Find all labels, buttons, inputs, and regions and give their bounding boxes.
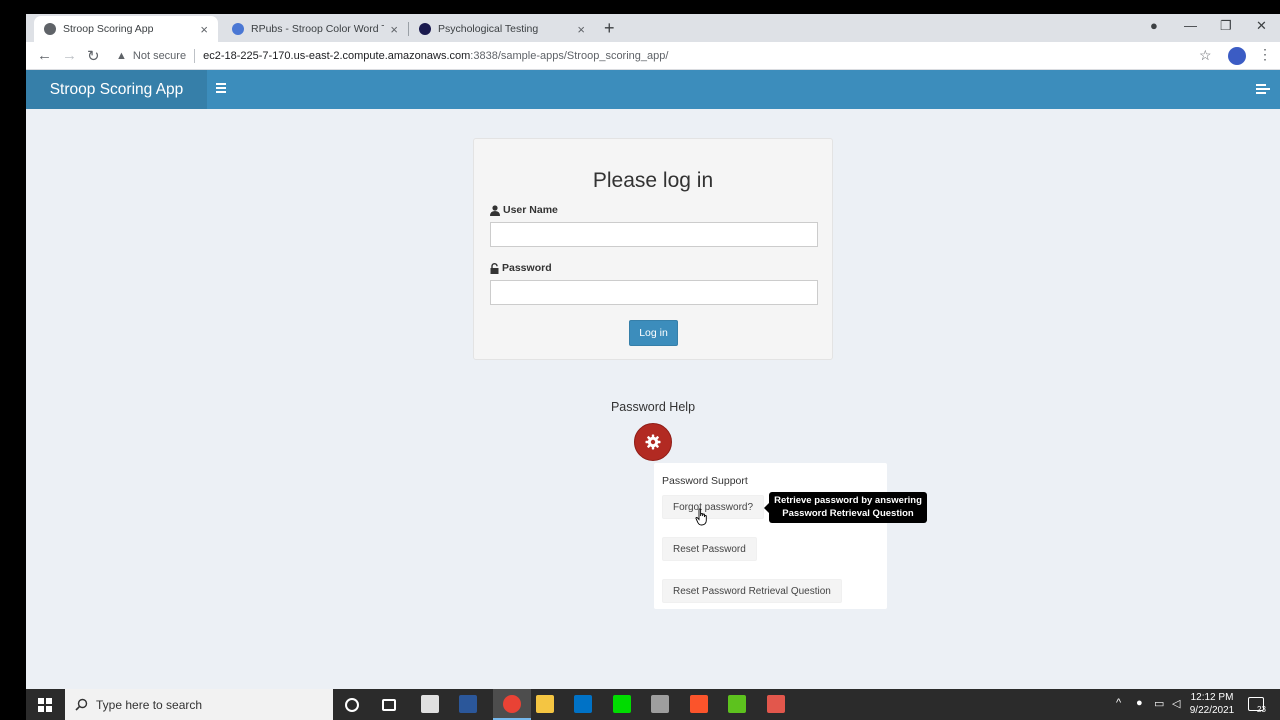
username-label: User Name (490, 204, 558, 216)
tab-title: RPubs - Stroop Color Word Test (251, 23, 384, 35)
tab-rpubs[interactable]: RPubs - Stroop Color Word Test × (222, 16, 408, 42)
volume-icon[interactable]: ◁ (1172, 697, 1180, 710)
sage-icon[interactable] (613, 695, 631, 713)
minimize-icon[interactable]: — (1184, 18, 1197, 33)
tab-title: Psychological Testing (438, 23, 539, 35)
bookmark-star-icon[interactable]: ☆ (1199, 47, 1212, 64)
taskbar-clock[interactable]: 12:12 PM 9/22/2021 (1184, 691, 1240, 717)
microphone-icon[interactable]: ● (1136, 697, 1143, 709)
windows-taskbar: Type here to search ^ ● ▭ ◁ 12:12 PM 9/2… (26, 689, 1280, 720)
reset-retrieval-question-button[interactable]: Reset Password Retrieval Question (662, 579, 842, 603)
pdf-reader-icon[interactable] (421, 695, 439, 713)
username-label-text: User Name (503, 204, 558, 216)
brave-icon[interactable] (690, 695, 708, 713)
tab-psychological-testing[interactable]: Psychological Testing × (409, 16, 595, 42)
menu-header: Password Support (662, 475, 748, 487)
windows-start-icon[interactable] (38, 698, 52, 712)
new-tab-plus-icon[interactable]: + (604, 18, 615, 39)
user-icon (490, 204, 500, 216)
app-icon[interactable] (651, 695, 669, 713)
tab-search-icon[interactable]: ● (1150, 18, 1158, 33)
network-icon[interactable]: ▭ (1154, 697, 1164, 710)
tab-strip: Stroop Scoring App × RPubs - Stroop Colo… (26, 14, 1280, 42)
username-input[interactable] (490, 222, 818, 247)
password-help-button[interactable] (634, 423, 672, 461)
app-header: Stroop Scoring App (26, 70, 1280, 109)
sidebar-toggle-hamburger-icon[interactable] (216, 81, 231, 95)
login-heading: Please log in (592, 169, 714, 192)
tab-title: Stroop Scoring App (63, 23, 154, 35)
search-placeholder: Type here to search (96, 697, 203, 712)
cortana-icon[interactable] (345, 698, 359, 712)
forgot-password-button[interactable]: Forgot password? (662, 495, 765, 519)
file-explorer-icon[interactable] (536, 695, 554, 713)
lock-icon (490, 262, 499, 274)
hand-cursor-icon (695, 508, 707, 526)
restore-icon[interactable]: ❐ (1220, 18, 1232, 34)
clock-time: 12:12 PM (1190, 692, 1234, 703)
notification-count: 23 (1257, 705, 1266, 714)
browser-toolbar: ← → ↻ ▲ Not secure ec2-18-225-7-170.us-e… (26, 42, 1280, 70)
close-icon[interactable]: × (200, 22, 208, 37)
browser-window: Stroop Scoring App × RPubs - Stroop Colo… (26, 14, 1280, 689)
forward-arrow-icon[interactable]: → (62, 47, 77, 64)
password-label: Password (490, 262, 552, 274)
rpubs-icon (232, 23, 244, 35)
password-help-title: Password Help (610, 400, 696, 414)
password-label-text: Password (502, 262, 552, 274)
word-icon[interactable] (459, 695, 477, 713)
password-input[interactable] (490, 280, 818, 305)
recorder-icon[interactable] (767, 695, 785, 713)
camtasia-icon[interactable] (728, 695, 746, 713)
tooltip-line: Retrieve password by answering (774, 495, 922, 506)
warning-icon: ▲ (116, 50, 127, 62)
clock-date: 9/22/2021 (1189, 705, 1235, 716)
site-icon (419, 23, 431, 35)
chrome-icon[interactable] (503, 695, 521, 713)
security-label: Not secure (132, 50, 187, 62)
gear-icon (645, 434, 661, 450)
reset-password-button[interactable]: Reset Password (662, 537, 757, 561)
url-host: ec2-18-225-7-170.us-east-2.compute.amazo… (203, 50, 471, 62)
login-panel: Please log in User Name Password Log in (473, 138, 833, 360)
window-close-icon[interactable]: ✕ (1256, 18, 1267, 34)
forgot-password-tooltip: Retrieve password by answering Password … (764, 492, 927, 523)
chevron-up-icon[interactable]: ^ (1116, 697, 1121, 709)
back-arrow-icon[interactable]: ← (37, 47, 52, 64)
taskbar-search-box[interactable]: Type here to search (65, 689, 333, 720)
url-path: :3838/sample-apps/Stroop_scoring_app/ (470, 50, 669, 62)
password-support-menu: Password Support Forgot password? Reset … (654, 463, 887, 609)
profile-avatar[interactable] (1228, 47, 1246, 65)
close-icon[interactable]: × (390, 22, 398, 37)
control-sidebar-icon[interactable] (1256, 82, 1270, 96)
close-icon[interactable]: × (577, 22, 585, 37)
tooltip-line: Password Retrieval Question (782, 507, 914, 519)
reload-icon[interactable]: ↻ (87, 47, 100, 65)
tab-stroop-scoring-app[interactable]: Stroop Scoring App × (34, 16, 218, 42)
globe-icon (44, 23, 56, 35)
app-title[interactable]: Stroop Scoring App (26, 70, 207, 109)
more-menu-icon[interactable]: ⋮ (1258, 46, 1272, 63)
address-bar[interactable]: ▲ Not secure ec2-18-225-7-170.us-east-2.… (116, 45, 1226, 67)
search-icon (75, 698, 88, 711)
omnibox-divider (194, 49, 196, 63)
outlook-icon[interactable] (574, 695, 592, 713)
login-button[interactable]: Log in (629, 320, 678, 346)
task-view-icon[interactable] (382, 699, 396, 711)
